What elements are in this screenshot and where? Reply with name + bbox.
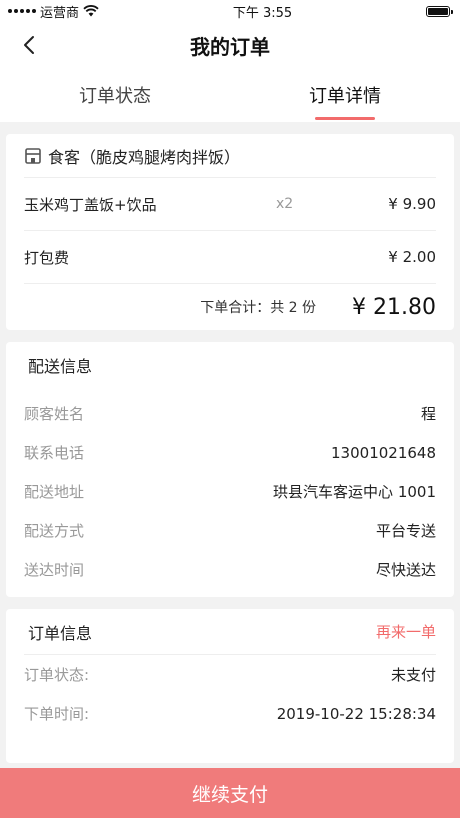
order-section-title: 订单信息 bbox=[28, 623, 93, 643]
delivery-row-address: 配送地址 珙县汽车客运中心 1001 bbox=[24, 472, 436, 511]
info-value: 2019-10-22 15:28:34 bbox=[276, 704, 436, 723]
battery-icon bbox=[426, 5, 453, 17]
status-left: 运营商 bbox=[8, 2, 99, 21]
main-content: 食客（脆皮鸡腿烤肉拌饭） 玉米鸡丁盖饭+饮品 x2 ¥ 9.90 打包费 ¥ 2… bbox=[0, 122, 460, 763]
order-item-row: 玉米鸡丁盖饭+饮品 x2 ¥ 9.90 bbox=[24, 178, 436, 231]
tab-active-indicator bbox=[315, 117, 375, 120]
info-label: 送达时间 bbox=[24, 561, 85, 579]
order-items-card: 食客（脆皮鸡腿烤肉拌饭） 玉米鸡丁盖饭+饮品 x2 ¥ 9.90 打包费 ¥ 2… bbox=[6, 134, 454, 330]
order-row-status: 订单状态: 未支付 bbox=[24, 655, 436, 694]
delivery-row-name: 顾客姓名 程 bbox=[24, 394, 436, 433]
reorder-button[interactable]: 再来一单 bbox=[376, 621, 436, 642]
tab-bar: 订单状态 订单详情 bbox=[0, 68, 460, 122]
delivery-section-title: 配送信息 bbox=[28, 357, 93, 376]
wifi-icon bbox=[83, 5, 99, 17]
back-button[interactable] bbox=[14, 30, 44, 60]
shop-icon bbox=[25, 147, 41, 164]
item-price: ¥ 9.90 bbox=[388, 195, 436, 213]
pay-button-label: 继续支付 bbox=[191, 783, 268, 806]
order-row-time: 下单时间: 2019-10-22 15:28:34 bbox=[24, 694, 436, 733]
status-bar: 运营商 下午 3:55 bbox=[0, 0, 460, 22]
delivery-row-method: 配送方式 平台专送 bbox=[24, 511, 436, 550]
tab-order-detail[interactable]: 订单详情 bbox=[230, 68, 460, 122]
delivery-row-time: 送达时间 尽快送达 bbox=[24, 550, 436, 589]
info-label: 下单时间: bbox=[24, 705, 90, 723]
order-item-row: 打包费 ¥ 2.00 bbox=[24, 231, 436, 284]
signal-icon bbox=[8, 9, 36, 13]
chevron-left-icon bbox=[24, 36, 34, 54]
info-value: 尽快送达 bbox=[375, 561, 436, 579]
carrier-label: 运营商 bbox=[40, 5, 80, 21]
shop-name: 食客（脆皮鸡腿烤肉拌饭） bbox=[48, 147, 241, 167]
order-info-card: 订单信息 再来一单 订单状态: 未支付 下单时间: 2019-10-22 15:… bbox=[6, 609, 454, 763]
status-time: 下午 3:55 bbox=[232, 5, 293, 21]
delivery-info-card: 配送信息 顾客姓名 程 联系电话 13001021648 配送地址 珙县汽车客运… bbox=[6, 342, 454, 597]
tab-order-status[interactable]: 订单状态 bbox=[0, 68, 230, 122]
item-name: 打包费 bbox=[24, 248, 70, 267]
order-info-header: 订单信息 再来一单 bbox=[24, 609, 436, 655]
item-name: 玉米鸡丁盖饭+饮品 bbox=[24, 195, 157, 214]
info-label: 联系电话 bbox=[24, 444, 85, 462]
delivery-row-phone: 联系电话 13001021648 bbox=[24, 433, 436, 472]
info-label: 配送方式 bbox=[24, 522, 85, 540]
order-total-row: 下单合计：共 2 份 ¥ 21.80 bbox=[24, 284, 436, 330]
info-value: 13001021648 bbox=[331, 443, 436, 462]
info-value: 平台专送 bbox=[375, 522, 436, 540]
total-amount: ¥ 21.80 bbox=[352, 294, 436, 320]
total-label: 下单合计：共 2 份 bbox=[200, 300, 317, 316]
nav-bar: 我的订单 bbox=[0, 22, 460, 68]
info-label: 订单状态: bbox=[24, 666, 90, 684]
shop-row: 食客（脆皮鸡腿烤肉拌饭） bbox=[24, 134, 436, 178]
item-price: ¥ 2.00 bbox=[388, 248, 436, 266]
info-value: 程 bbox=[420, 405, 436, 423]
info-label: 顾客姓名 bbox=[24, 405, 85, 423]
tab-label: 订单详情 bbox=[309, 86, 381, 107]
info-value: 未支付 bbox=[390, 666, 436, 684]
info-label: 配送地址 bbox=[24, 483, 85, 501]
tab-label: 订单状态 bbox=[79, 86, 151, 107]
item-quantity: x2 bbox=[276, 196, 294, 212]
continue-pay-button[interactable]: 继续支付 bbox=[0, 768, 460, 818]
page-title: 我的订单 bbox=[190, 34, 270, 59]
info-value: 珙县汽车客运中心 1001 bbox=[273, 483, 436, 501]
